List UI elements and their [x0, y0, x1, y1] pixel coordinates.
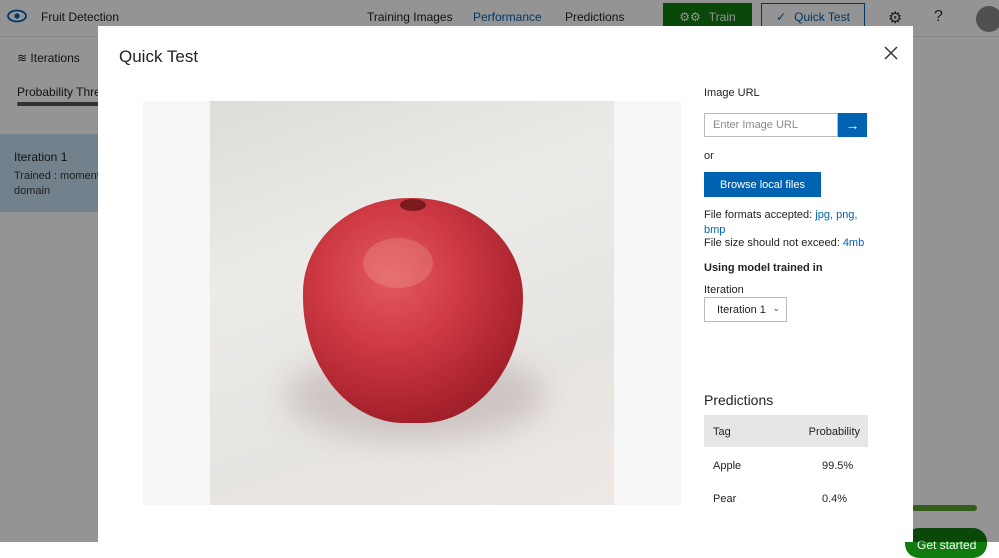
image-url-label: Image URL [704, 87, 760, 99]
formats-link: jpg, png, [815, 209, 858, 221]
browse-local-files-button[interactable]: Browse local files [704, 172, 821, 197]
chevron-down-icon: ⌄ [772, 303, 780, 313]
predictions-table-header: Tag Probability [704, 415, 868, 447]
iteration-select[interactable]: Iteration 1 ⌄ [704, 297, 787, 322]
tag-column-header: Tag [713, 426, 731, 438]
dialog-title: Quick Test [119, 47, 199, 66]
table-row: Pear 0.4% [704, 483, 868, 513]
or-label: or [704, 150, 714, 162]
file-size-text: File size should not exceed: 4mb [704, 237, 865, 249]
prediction-tag: Pear [713, 493, 737, 505]
image-url-input[interactable] [704, 113, 838, 137]
image-preview-area [143, 101, 681, 505]
test-image [210, 101, 614, 505]
prediction-probability: 99.5% [822, 460, 854, 472]
prediction-tag: Apple [713, 460, 742, 472]
iteration-label: Iteration [704, 284, 744, 296]
file-formats-text: File formats accepted: jpg, png, bmp [704, 209, 858, 236]
close-icon[interactable] [882, 44, 900, 62]
prediction-probability: 0.4% [822, 493, 848, 505]
apple-image [303, 198, 523, 423]
model-trained-label: Using model trained in [704, 262, 823, 274]
iteration-select-value: Iteration 1 [717, 304, 766, 316]
probability-column-header: Probability [808, 426, 860, 438]
arrow-right-icon: → [845, 117, 860, 133]
quick-test-dialog: Quick Test Image URL → or Browse local f… [98, 26, 913, 542]
table-row: Apple 99.5% [704, 450, 868, 480]
predictions-title: Predictions [704, 392, 774, 408]
submit-url-button[interactable]: → [838, 113, 867, 137]
